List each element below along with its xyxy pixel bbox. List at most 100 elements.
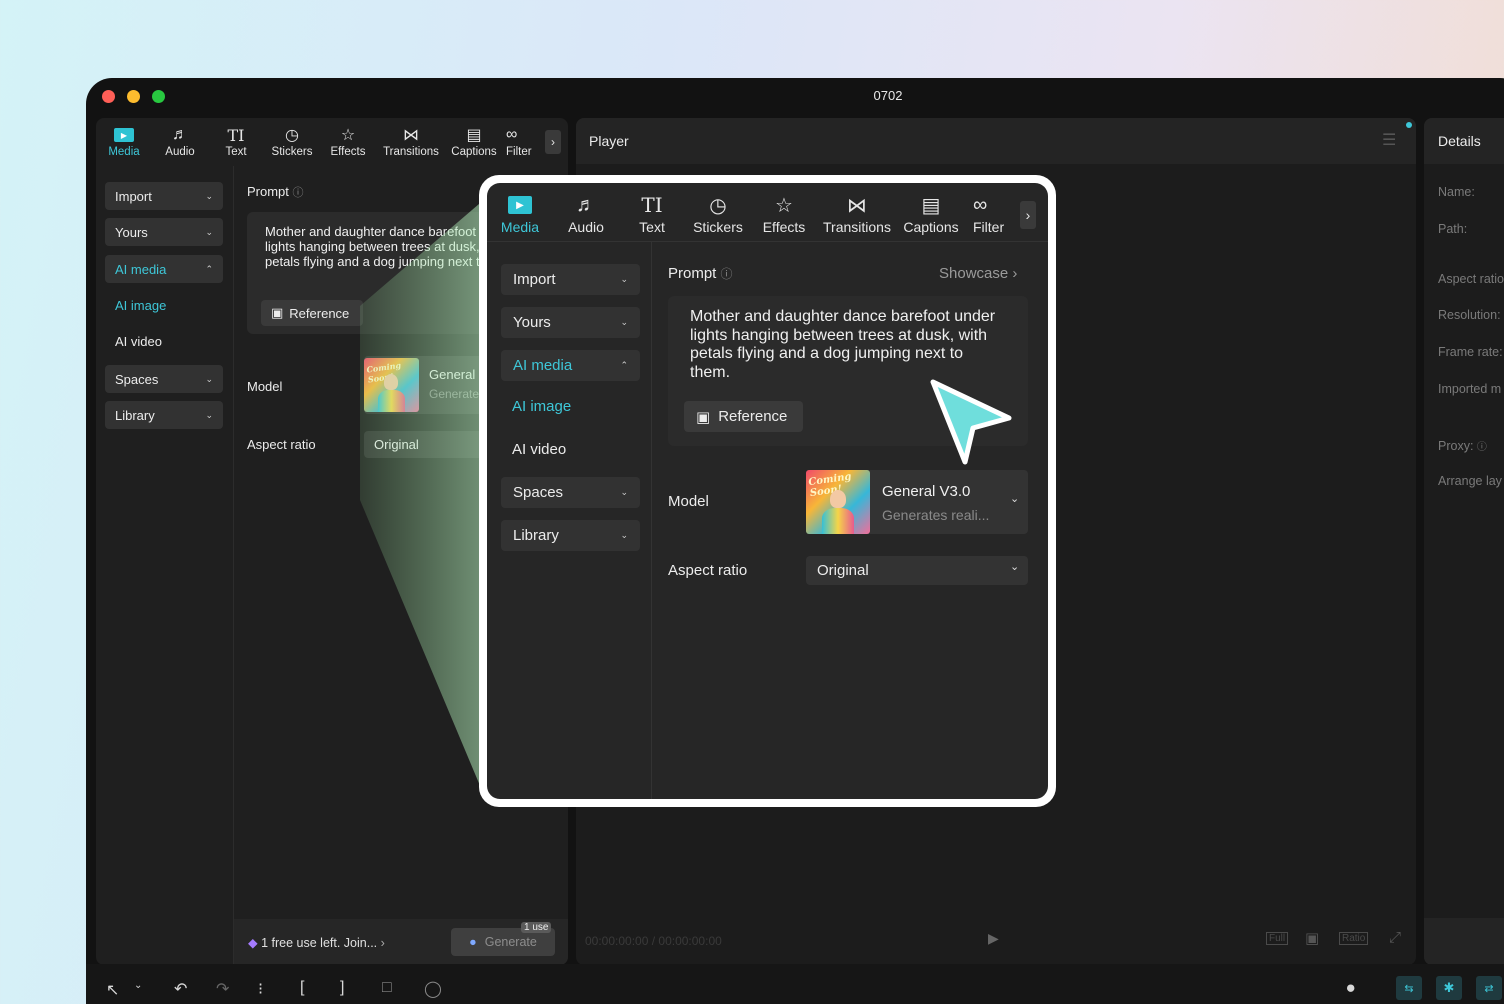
zoom-sidebar-divider <box>651 241 652 799</box>
shield-icon[interactable]: ◯ <box>424 979 442 999</box>
text-icon: TI <box>227 125 245 145</box>
chevron-right-icon: › <box>1012 265 1018 282</box>
model-thumbnail: Coming Soon! <box>806 470 870 534</box>
sidebar-ai-image[interactable]: AI image <box>115 298 166 313</box>
tab-text[interactable]: TI Text <box>208 124 264 168</box>
text-icon: TI <box>641 193 663 217</box>
model-select[interactable]: Coming Soon! General V3.0 Generates real… <box>806 470 1028 534</box>
aspect-ratio-select[interactable]: Original ⌄ <box>806 556 1028 585</box>
tab-filters[interactable]: ∞ Filter <box>502 124 532 168</box>
tab-effects[interactable]: ☆ Effects <box>751 191 817 243</box>
play-icon[interactable]: ▶ <box>988 930 999 947</box>
menu-icon[interactable]: ☰ <box>1382 130 1396 150</box>
ratio-button[interactable]: Ratio <box>1339 932 1369 945</box>
preview-axis-icon[interactable]: ⇄ <box>1476 976 1502 1000</box>
diamond-icon: ◆ <box>248 936 258 950</box>
chevron-right-icon: › <box>551 135 555 149</box>
detail-resolution: Resolution: <box>1438 308 1501 322</box>
chevron-down-icon: ⌄ <box>1010 561 1020 573</box>
tab-media[interactable]: ▶ Media <box>96 124 152 168</box>
tab-filters[interactable]: ∞ Filter <box>965 191 1005 243</box>
prompt-label: Prompt ⓘ <box>247 184 304 199</box>
detail-imported: Imported m <box>1438 382 1502 396</box>
help-icon: ⓘ <box>1476 442 1487 453</box>
chevron-right-icon: › <box>1025 207 1031 223</box>
sidebar-yours[interactable]: Yours ⌄ <box>105 218 223 246</box>
chevron-down-icon: ⌄ <box>620 530 628 540</box>
zoom-fit-icon[interactable]: ▣ <box>1305 929 1319 947</box>
tab-audio[interactable]: ♬ Audio <box>553 191 619 243</box>
sidebar-yours[interactable]: Yours ⌄ <box>501 307 640 338</box>
chevron-down-icon: ⌄ <box>1010 493 1020 505</box>
sidebar-import[interactable]: Import ⌄ <box>105 182 223 210</box>
main-toolbar: ▶ Media ♬ Audio TI Text ◷ Stickers ☆ Eff… <box>96 124 532 168</box>
audio-icon: ♬ <box>172 126 188 143</box>
aspect-ratio-label: Aspect ratio <box>668 562 748 579</box>
undo-icon[interactable]: ↶ <box>174 979 187 999</box>
full-button[interactable]: Full <box>1266 932 1289 945</box>
select-cursor-icon[interactable]: ↖ <box>106 980 119 1000</box>
model-thumbnail: Coming Soon! <box>364 358 419 412</box>
chevron-down-icon: ⌄ <box>205 409 213 420</box>
tab-stickers[interactable]: ◷ Stickers <box>264 124 320 168</box>
filters-icon: ∞ <box>973 193 988 216</box>
showcase-link[interactable]: Showcase › <box>939 265 1017 282</box>
link-track-icon[interactable]: ⇆ <box>1396 976 1422 1000</box>
free-use-link[interactable]: ◆ 1 free use left. Join... › <box>248 935 385 950</box>
audio-icon: ♬ <box>576 193 596 216</box>
filters-icon: ∞ <box>506 126 518 143</box>
toolbar-more-button[interactable]: › <box>545 130 561 154</box>
sticker-icon: ◷ <box>709 194 727 217</box>
tab-stickers[interactable]: ◷ Stickers <box>685 191 751 243</box>
tab-text[interactable]: TI Text <box>619 191 685 243</box>
sidebar-spaces[interactable]: Spaces ⌄ <box>105 365 223 393</box>
snap-icon[interactable]: ✱ <box>1436 976 1462 1000</box>
chevron-down-icon: ⌄ <box>205 226 213 237</box>
tab-media[interactable]: ▶ Media <box>487 191 553 243</box>
tab-captions[interactable]: ▤ Captions <box>897 191 965 243</box>
status-dot <box>1406 122 1412 128</box>
tab-captions[interactable]: ▤ Captions <box>446 124 502 168</box>
sidebar-ai-image[interactable]: AI image <box>512 398 571 415</box>
reference-button[interactable]: ▣ Reference <box>684 401 803 432</box>
microphone-icon[interactable]: ⚫ <box>1344 979 1357 999</box>
sparkle-icon: ● <box>469 935 477 949</box>
model-label: Model <box>247 379 283 394</box>
chevron-down-icon: ⌄ <box>620 274 628 284</box>
tab-effects[interactable]: ☆ Effects <box>320 124 376 168</box>
fullscreen-icon[interactable]: ⤢ <box>1389 929 1401 946</box>
sticker-icon: ◷ <box>285 127 299 144</box>
sidebar-import[interactable]: Import ⌄ <box>501 264 640 295</box>
sidebar-ai-media[interactable]: AI media ⌃ <box>501 350 640 381</box>
toolbar-more-button[interactable]: › <box>1020 201 1036 229</box>
chevron-up-icon: ⌃ <box>620 360 628 370</box>
sidebar-library[interactable]: Library ⌄ <box>501 520 640 551</box>
window-title: 0702 <box>873 88 903 103</box>
chevron-down-icon[interactable]: ⌄ <box>134 980 142 991</box>
sidebar-ai-video[interactable]: AI video <box>115 334 162 349</box>
sidebar-spaces[interactable]: Spaces ⌄ <box>501 477 640 508</box>
tab-transitions[interactable]: ⋈ Transitions <box>817 191 897 243</box>
detail-proxy: Proxy: ⓘ <box>1438 439 1487 453</box>
redo-icon[interactable]: ↷ <box>216 979 229 999</box>
captions-icon: ▤ <box>466 127 482 144</box>
sidebar-ai-media[interactable]: AI media ⌃ <box>105 255 223 283</box>
split-right-icon[interactable]: ] <box>340 979 344 997</box>
sidebar-ai-video[interactable]: AI video <box>512 441 566 458</box>
image-add-icon: ▣ <box>696 408 711 426</box>
chevron-down-icon: ⌄ <box>205 190 213 201</box>
chevron-down-icon: ⌄ <box>620 317 628 327</box>
media-icon: ▶ <box>114 124 134 146</box>
delete-icon[interactable]: □ <box>382 979 392 997</box>
tab-transitions[interactable]: ⋈ Transitions <box>376 124 446 168</box>
split-icon[interactable]: ⁝ <box>258 979 263 999</box>
detail-aspect: Aspect ratio <box>1438 272 1504 286</box>
tab-audio[interactable]: ♬ Audio <box>152 124 208 168</box>
info-icon: ⓘ <box>292 187 304 199</box>
detail-path: Path: <box>1438 222 1468 236</box>
details-title: Details <box>1438 133 1481 149</box>
split-left-icon[interactable]: [ <box>300 979 304 997</box>
sidebar-library[interactable]: Library ⌄ <box>105 401 223 429</box>
reference-button[interactable]: ▣ Reference <box>261 300 363 326</box>
chevron-down-icon: ⌄ <box>205 373 213 384</box>
